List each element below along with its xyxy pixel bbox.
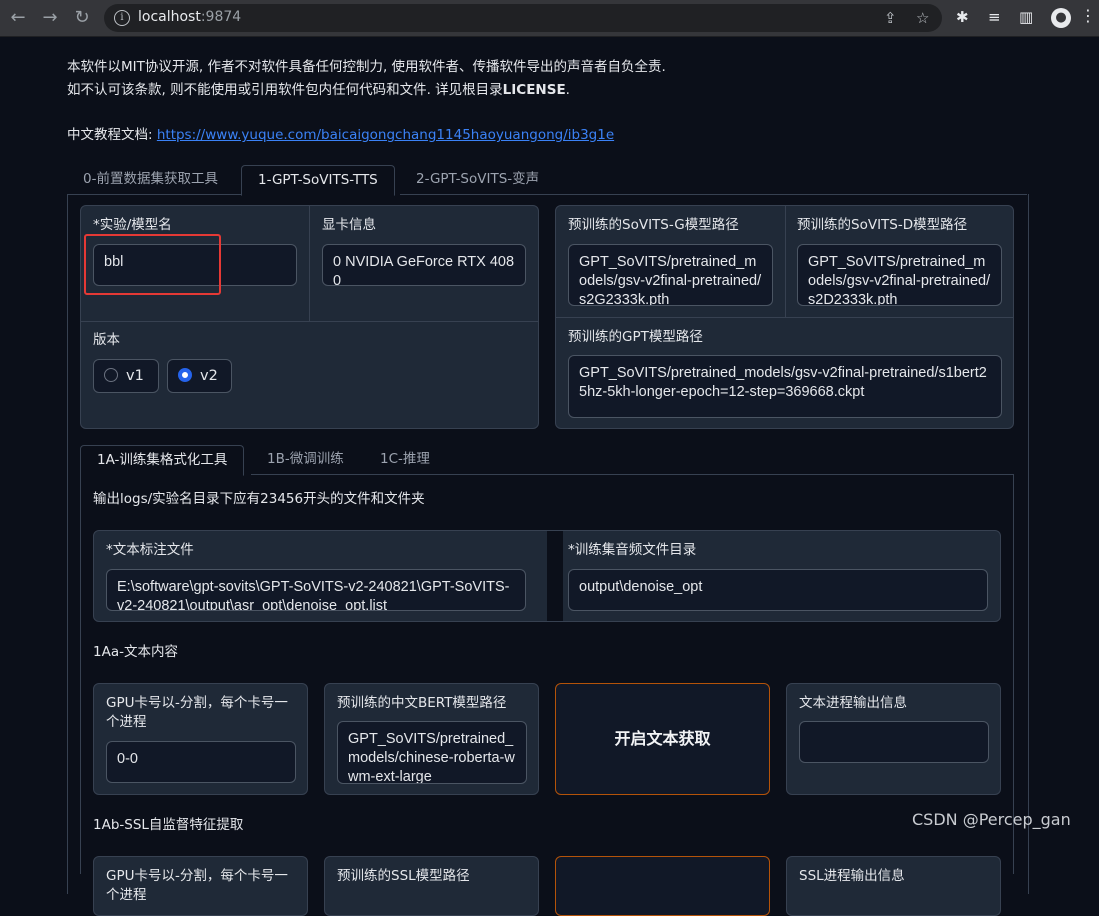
panel-divider [81,321,538,322]
side-panel-icon[interactable]: ▥ [1019,8,1033,26]
dataset-files-panel: *文本标注文件 E:\software\gpt-sovits\GPT-SoVIT… [93,530,1001,622]
annotation-red-box [84,234,221,295]
version-v2-label: v2 [200,368,218,384]
url-text[interactable]: localhost:9874 [138,9,241,25]
address-bar[interactable]: i localhost:9874 ⇪ ☆ [104,4,942,32]
start-ssl-extract-button[interactable] [555,856,770,916]
subtab-frame-left [80,474,81,874]
media-control-icon[interactable]: ≡ [988,8,1001,26]
reload-icon[interactable]: ↻ [70,6,94,30]
ssl-model-label: 预训练的SSL模型路径 [337,868,470,884]
audio-dir-label: *训练集音频文件目录 [568,542,697,558]
panel-divider [309,206,310,321]
license-name: LICENSE [502,82,566,98]
version-label: 版本 [93,332,120,348]
browser-toolbar: ← → ↻ i localhost:9874 ⇪ ☆ ✱ ≡ ▥ ● ⋮ [0,0,1099,37]
version-radio-v2[interactable]: v2 [167,359,232,393]
tab-1b-finetune[interactable]: 1B-微调训练 [251,445,360,474]
panel-divider [785,206,786,317]
ssl-model-panel: 预训练的SSL模型路径 [324,856,539,916]
extensions-icon[interactable]: ✱ [956,8,969,26]
panel-gap [547,531,563,621]
back-icon[interactable]: ← [6,6,30,30]
version-radio-v1[interactable]: v1 [93,359,159,393]
sovits-g-path-input[interactable]: GPT_SoVITS/pretrained_models/gsv-v2final… [568,244,773,306]
gpu-card-input[interactable]: 0-0 [106,741,296,783]
bert-path-label: 预训练的中文BERT模型路径 [337,695,507,711]
subtab-underline [251,474,1014,475]
license-notice-text: 如不认可该条款, 则不能使用或引用软件包内任何代码和文件. 详见根目录 [67,82,503,98]
site-info-icon[interactable]: i [114,10,130,26]
forward-icon[interactable]: → [38,6,62,30]
gpu-card-label: GPU卡号以-分割，每个卡号一个进程 [106,695,288,730]
panel-divider [556,317,1013,318]
gpu-info-label: 显卡信息 [322,217,376,233]
start-text-extract-button[interactable]: 开启文本获取 [555,683,770,795]
sovits-g-label: 预训练的SoVITS-G模型路径 [568,217,739,233]
tutorial-line: 中文教程文档: https://www.yuque.com/baicaigong… [67,123,614,143]
sovits-d-label: 预训练的SoVITS-D模型路径 [797,217,968,233]
profile-avatar-icon[interactable]: ● [1051,8,1071,28]
url-host: localhost [138,9,201,25]
tab-voice-conversion[interactable]: 2-GPT-SoVITS-变声 [400,165,555,194]
browser-menu-icon[interactable]: ⋮ [1080,6,1096,25]
experiment-name-label: *实验/模型名 [93,217,172,233]
ssl-gpu-label: GPU卡号以-分割，每个卡号一个进程 [106,868,288,903]
license-notice-line2: 如不认可该条款, 则不能使用或引用软件包内任何代码和文件. 详见根目录LICEN… [67,78,570,98]
text-label-file-input[interactable]: E:\software\gpt-sovits\GPT-SoVITS-v2-240… [106,569,526,611]
radio-checked-icon [178,368,192,382]
text-label-file-label: *文本标注文件 [106,542,194,558]
format-tool-hint: 输出logs/实验名目录下应有23456开头的文件和文件夹 [93,491,425,507]
bert-path-input[interactable]: GPT_SoVITS/pretrained_models/chinese-rob… [337,721,527,784]
csdn-watermark: CSDN @Percep_gan [912,810,1071,829]
section-1aa-title: 1Aa-文本内容 [93,644,178,660]
share-icon[interactable]: ⇪ [884,9,897,27]
bert-path-panel: 预训练的中文BERT模型路径 GPT_SoVITS/pretrained_mod… [324,683,539,795]
radio-unchecked-icon [104,368,118,382]
sovits-d-path-input[interactable]: GPT_SoVITS/pretrained_models/gsv-v2final… [797,244,1002,306]
gpt-model-path-input[interactable]: GPT_SoVITS/pretrained_models/gsv-v2final… [568,355,1002,418]
webui-page: 本软件以MIT协议开源, 作者不对软件具备任何控制力, 使用软件者、传播软件导出… [0,37,1099,916]
ssl-gpu-panel: GPU卡号以-分割，每个卡号一个进程 [93,856,308,916]
url-port: :9874 [200,9,242,25]
text-output-field[interactable] [799,721,989,763]
version-v1-label: v1 [126,368,144,384]
license-period: . [565,82,570,98]
tab-1c-inference[interactable]: 1C-推理 [364,445,446,474]
pretrained-paths-panel: 预训练的SoVITS-G模型路径 GPT_SoVITS/pretrained_m… [555,205,1014,429]
text-output-panel: 文本进程输出信息 [786,683,1001,795]
text-output-label: 文本进程输出信息 [799,695,907,711]
section-1ab-title: 1Ab-SSL自监督特征提取 [93,817,244,833]
license-notice-line1: 本软件以MIT协议开源, 作者不对软件具备任何控制力, 使用软件者、传播软件导出… [67,59,666,75]
gpu-info-field[interactable]: 0 NVIDIA GeForce RTX 4080 [322,244,526,286]
main-tabs: 0-前置数据集获取工具 1-GPT-SoVITS-TTS 2-GPT-SoVIT… [67,165,1027,196]
gpt-model-label: 预训练的GPT模型路径 [568,329,703,345]
gpu-card-panel: GPU卡号以-分割，每个卡号一个进程 0-0 [93,683,308,795]
tab-gpt-sovits-tts[interactable]: 1-GPT-SoVITS-TTS [241,165,395,196]
audio-dir-input[interactable]: output\denoise_opt [568,569,988,611]
tutorial-link[interactable]: https://www.yuque.com/baicaigongchang114… [157,127,614,143]
tutorial-label: 中文教程文档: [67,127,157,143]
ssl-output-label: SSL进程输出信息 [799,868,905,884]
ssl-output-panel: SSL进程输出信息 [786,856,1001,916]
bookmark-star-icon[interactable]: ☆ [916,9,929,27]
tab-dataset-tools[interactable]: 0-前置数据集获取工具 [67,165,234,194]
tab-1a-format-tool[interactable]: 1A-训练集格式化工具 [80,445,245,476]
